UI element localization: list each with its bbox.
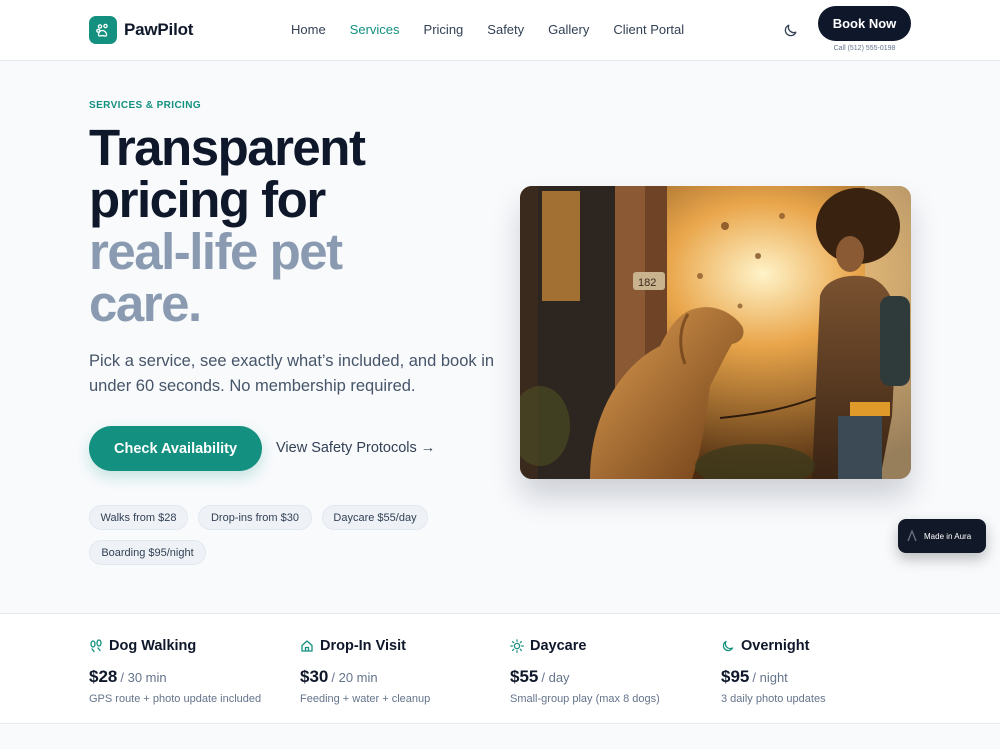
service-name: Dog Walking [109,638,197,654]
service-price: $95 [721,667,750,686]
hero-description: Pick a service, see exactly what’s inclu… [89,352,495,395]
brand-logo[interactable]: PawPilot [89,16,193,44]
nav-home[interactable]: Home [291,22,326,37]
service-description: Feeding + water + cleanup [300,693,431,705]
service-price: $30 [300,667,329,686]
service-card-overnight[interactable]: Overnight $95/ night 3 daily photo updat… [721,637,921,705]
service-unit: / day [541,670,570,685]
title-line: pricing for [89,171,326,228]
svg-text:182: 182 [638,277,656,289]
service-price: $55 [510,667,539,686]
hero-title: Transparent pricing for real-life pet ca… [89,122,509,330]
paw-logo-icon [89,16,117,44]
service-name: Overnight [741,638,810,654]
nav-client-portal[interactable]: Client Portal [613,22,684,37]
nav-services[interactable]: Services [350,22,400,37]
brand-name: PawPilot [124,20,194,39]
service-unit: / night [752,670,788,685]
check-availability-button[interactable]: Check Availability [89,426,262,471]
hero-photo: 182 [520,186,911,479]
sun-icon [510,639,524,653]
title-line-muted: care. [89,275,202,332]
aura-icon [907,530,917,542]
nav-pricing[interactable]: Pricing [424,22,464,37]
badge-label: Made in Aura [924,531,972,541]
book-now-button[interactable]: Book Now [818,6,911,41]
title-line-muted: real-life pet [89,223,343,280]
service-name: Drop-In Visit [320,638,406,654]
service-description: 3 daily photo updates [721,693,826,705]
service-description: Small-group play (max 8 dogs) [510,693,660,705]
moon-icon[interactable] [783,22,799,38]
title-line: Transparent [89,119,366,176]
service-card-drop-in[interactable]: Drop-In Visit $30/ 20 min Feeding + wate… [300,637,500,705]
service-card-dog-walking[interactable]: Dog Walking $28/ 30 min GPS route + phot… [89,637,289,705]
paw-prints-icon [90,639,102,653]
home-icon [301,640,313,652]
nav-safety[interactable]: Safety [487,22,524,37]
phone-number[interactable]: Call (512) 555-0198 [818,45,911,52]
service-price: $28 [89,667,118,686]
price-chip: Boarding $95/night [89,540,206,565]
nav-gallery[interactable]: Gallery [548,22,589,37]
price-chip: Daycare $55/day [322,505,428,530]
service-unit: / 20 min [331,670,378,685]
main-nav: Home Services Pricing Safety Gallery Cli… [291,22,708,37]
site-header: PawPilot Home Services Pricing Safety Ga… [0,0,1000,61]
services-band: Dog Walking $28/ 30 min GPS route + phot… [0,613,1000,724]
service-name: Daycare [530,638,587,654]
service-card-daycare[interactable]: Daycare $55/ day Small-group play (max 8… [510,637,710,705]
made-in-aura-badge[interactable]: Made in Aura [898,519,986,553]
price-chip: Drop-ins from $30 [198,505,312,530]
section-eyebrow: SERVICES & PRICING [89,100,202,111]
view-safety-protocols-link[interactable]: View Safety Protocols → [276,440,435,456]
service-description: GPS route + photo update included [89,693,262,705]
moon-icon [722,640,734,652]
price-chip: Walks from $28 [89,505,188,530]
service-unit: / 30 min [120,670,167,685]
